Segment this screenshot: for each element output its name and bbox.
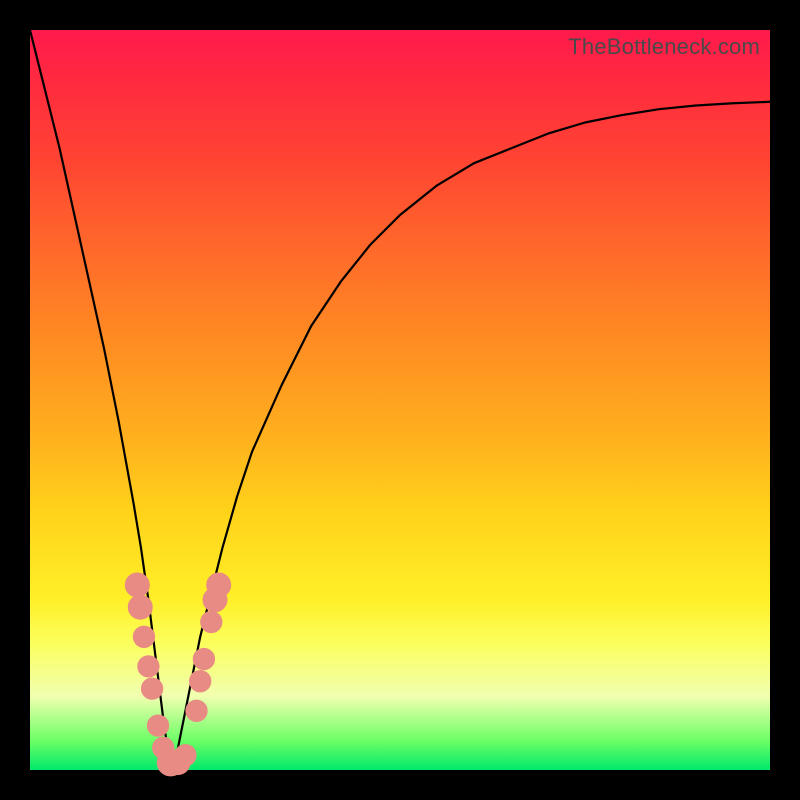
plot-area: TheBottleneck.com: [30, 30, 770, 770]
curve-marker: [125, 573, 149, 597]
curve-marker: [138, 656, 159, 677]
chart-frame: TheBottleneck.com: [0, 0, 800, 800]
curve-marker: [133, 626, 154, 647]
curve-marker: [190, 671, 211, 692]
curve-marker: [186, 700, 207, 721]
curve-layer: [30, 30, 770, 770]
curve-marker: [207, 573, 231, 597]
curve-marker: [128, 595, 152, 619]
curve-marker: [201, 611, 222, 632]
curve-marker: [147, 715, 168, 736]
curve-marker: [193, 648, 214, 669]
curve-marker: [141, 678, 162, 699]
curve-marker: [175, 745, 196, 766]
